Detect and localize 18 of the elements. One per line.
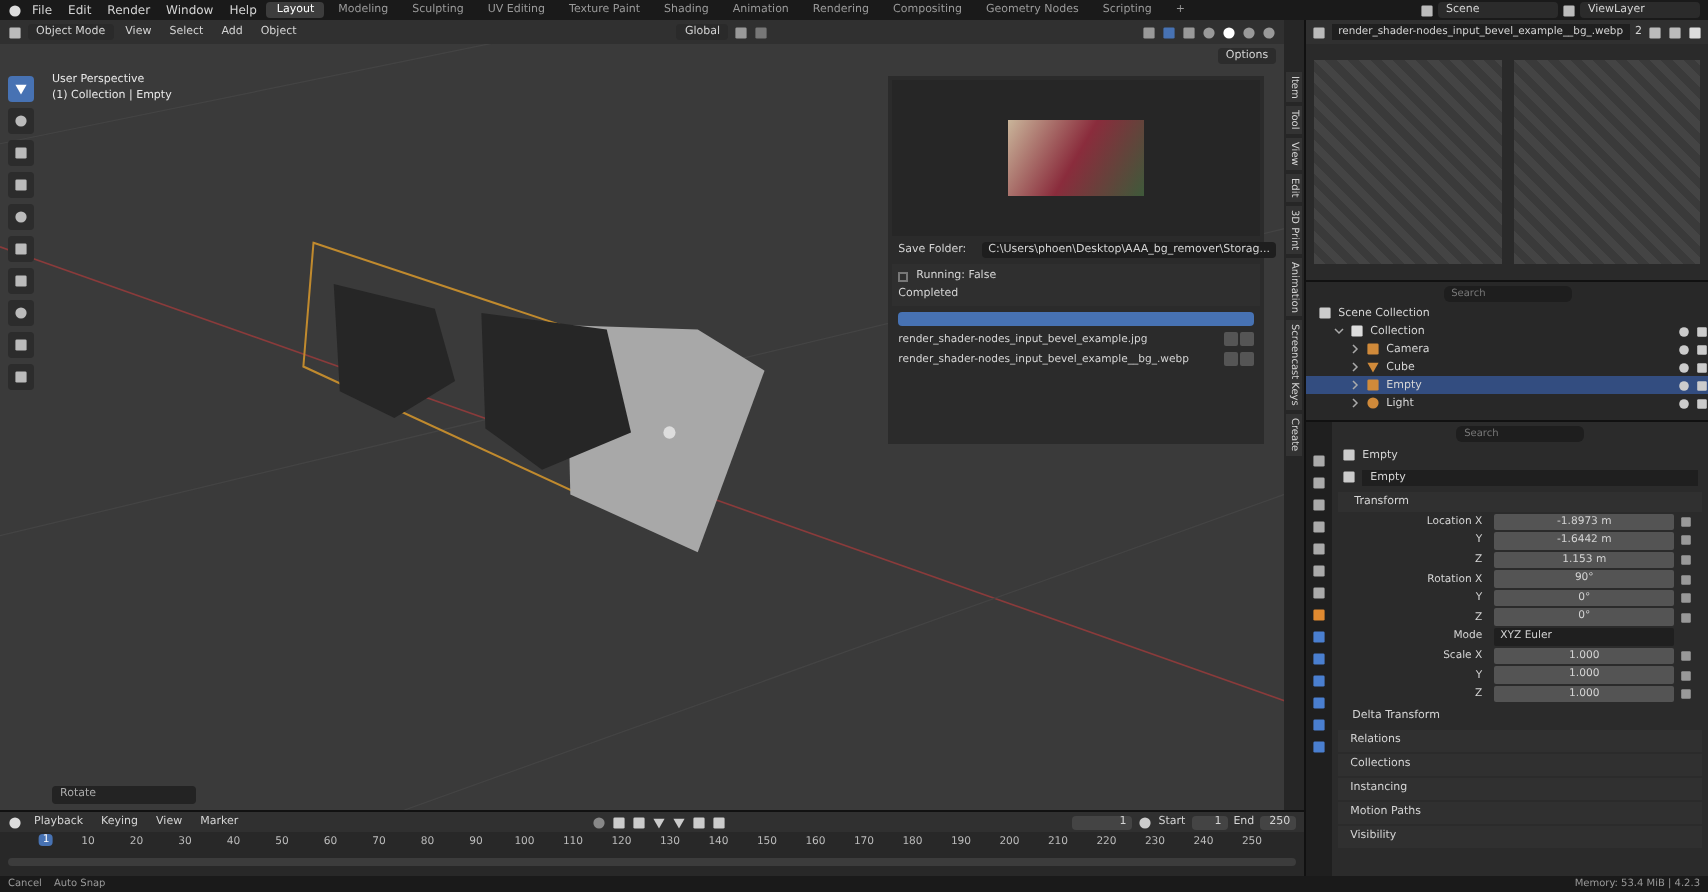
collapsed-chevron-icon[interactable] [1350, 344, 1361, 354]
tool-button[interactable] [8, 140, 34, 166]
collapsed-chevron-icon[interactable] [1350, 398, 1361, 408]
tool-button[interactable] [8, 300, 34, 326]
checkbox[interactable] [898, 271, 909, 281]
photo-placeholder [1008, 120, 1145, 196]
select-tool-button[interactable] [8, 76, 34, 102]
tool-button[interactable] [8, 364, 34, 390]
tool-button[interactable] [8, 108, 34, 134]
tool-button[interactable] [8, 236, 34, 262]
collapsed-chevron-icon[interactable] [1350, 362, 1361, 372]
tool-button[interactable] [8, 332, 34, 358]
expanded-chevron-icon[interactable] [1334, 326, 1345, 336]
collapsed-chevron-icon[interactable] [1350, 380, 1361, 390]
tool-button[interactable] [8, 268, 34, 294]
tool-button[interactable] [8, 204, 34, 230]
triangle-icon[interactable] [1366, 360, 1381, 374]
tool-button[interactable] [8, 172, 34, 198]
